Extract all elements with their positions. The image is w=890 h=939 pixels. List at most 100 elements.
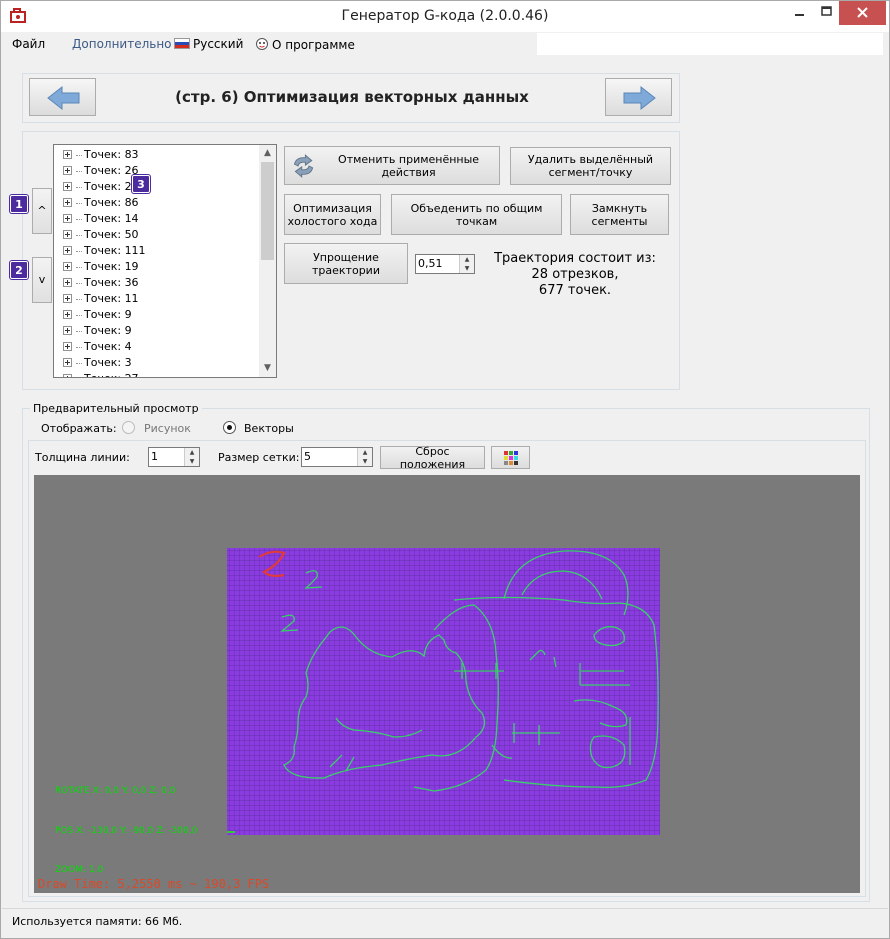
expand-plus-icon[interactable] — [63, 166, 72, 175]
undo-button[interactable]: Отменить применённые действия — [284, 146, 500, 185]
expand-plus-icon[interactable] — [63, 150, 72, 159]
radio-vectors[interactable] — [223, 421, 236, 434]
expand-plus-icon[interactable] — [63, 342, 72, 351]
stepper-down-icon[interactable]: ▼ — [460, 264, 474, 273]
grid-size-label: Размер сетки: — [218, 451, 300, 464]
tree-item-label: Точек: 36 — [84, 276, 139, 289]
tree-connector — [76, 330, 82, 332]
tree-item[interactable]: Точек: 9 — [63, 308, 132, 324]
delete-label-line1: Удалить выделённый — [527, 153, 654, 166]
tree-item[interactable]: Точек: 11 — [63, 292, 139, 308]
line-width-stepper[interactable]: ▲ ▼ — [184, 448, 199, 466]
back-button[interactable] — [29, 78, 96, 116]
tree-item-label: Точек: 50 — [84, 228, 139, 241]
expand-plus-icon[interactable] — [63, 278, 72, 287]
radio-image[interactable] — [122, 421, 135, 434]
tree-scroll-thumb[interactable] — [261, 162, 274, 260]
simplify-label-line2: траектории — [312, 263, 380, 277]
line-width-input[interactable]: 1 ▲ ▼ — [148, 447, 200, 467]
badge-2: 2 — [10, 261, 28, 279]
stepper-up-icon[interactable]: ▲ — [185, 448, 199, 457]
tree-item[interactable]: Точек: 4 — [63, 340, 132, 356]
expand-plus-icon[interactable] — [63, 326, 72, 335]
expand-plus-icon[interactable] — [63, 246, 72, 255]
stepper-up-icon[interactable]: ▲ — [460, 255, 474, 264]
overlay-zoom: ZOOM: 1,0 — [55, 865, 104, 875]
merge-points-button[interactable]: Объеденить по общим точкам — [391, 194, 562, 235]
tree-item[interactable]: Точек: 9 — [63, 324, 132, 340]
tree-item-label: Точек: 9 — [84, 308, 132, 321]
tree-item[interactable]: Точек: 50 — [63, 228, 139, 244]
stepper-down-icon[interactable]: ▼ — [358, 457, 372, 466]
tree-item[interactable]: Точек: 36 — [63, 276, 139, 292]
tree-connector — [76, 186, 82, 188]
minimize-button[interactable] — [784, 1, 814, 25]
origin-marker — [227, 831, 235, 833]
menu-about[interactable]: О программе — [254, 37, 355, 52]
tree-connector — [76, 170, 82, 172]
delete-segment-button[interactable]: Удалить выделённый сегмент/точку — [510, 147, 671, 185]
grid-size-input[interactable]: 5 ▲ ▼ — [301, 447, 373, 467]
tree-connector — [76, 346, 82, 348]
forward-button[interactable] — [605, 78, 672, 116]
line-width-label: Толщина линии: — [35, 451, 130, 464]
preview-group-title: Предварительный просмотр — [30, 402, 202, 415]
tree-connector — [76, 202, 82, 204]
menu-language[interactable]: Русский — [174, 37, 243, 51]
tree-connector — [76, 234, 82, 236]
grid-size-stepper[interactable]: ▲ ▼ — [357, 448, 372, 466]
expand-plus-icon[interactable] — [63, 294, 72, 303]
expand-plus-icon[interactable] — [63, 214, 72, 223]
scroll-down-arrow-icon[interactable]: ▼ — [259, 360, 276, 377]
refresh-icon — [293, 153, 314, 178]
main-window: Генератор G-кода (2.0.0.46) Файл Дополни… — [0, 0, 890, 939]
tree-item-label: Точек: 11 — [84, 292, 139, 305]
menu-advanced[interactable]: Дополнительно — [72, 37, 172, 51]
tree-scrollbar[interactable]: ▲ ▼ — [259, 145, 276, 377]
simplify-button[interactable]: Упрощение траектории — [284, 243, 408, 284]
tree-item-label: Точек: 111 — [84, 244, 146, 257]
overlay-draw-time: Draw Time: 5,2550 ms ~ 190,3 FPS — [38, 877, 269, 891]
expand-plus-icon[interactable] — [63, 198, 72, 207]
tree-item[interactable]: Точек: 86 — [63, 196, 139, 212]
expand-plus-icon[interactable] — [63, 262, 72, 271]
scroll-up-arrow-icon[interactable]: ▲ — [259, 145, 276, 162]
badge-1: 1 — [10, 195, 28, 213]
reset-position-button[interactable]: Сброс положения — [380, 445, 485, 471]
move-down-button[interactable]: v — [32, 257, 52, 303]
tree-item[interactable]: Точек: 26 — [63, 164, 139, 180]
russia-flag-icon — [174, 38, 190, 49]
stepper-up-icon[interactable]: ▲ — [358, 448, 372, 457]
undo-button-label: Отменить применённые действия — [338, 152, 480, 179]
menu-bar: Файл Дополнительно Русский О программе — [2, 33, 537, 55]
tree-item[interactable]: Точек: 83 — [63, 148, 139, 164]
tree-item[interactable]: Точек: 111 — [63, 244, 146, 260]
segment-tree[interactable]: Точек: 83 Точек: 26 Точек: 20 Точек: 86 Точе… — [53, 144, 277, 378]
idle-optimization-button[interactable]: Оптимизация холостого хода — [284, 194, 381, 235]
tree-connector — [76, 250, 82, 252]
close-button[interactable] — [839, 1, 886, 25]
simplify-stepper[interactable]: ▲ ▼ — [459, 255, 474, 273]
expand-plus-icon[interactable] — [63, 374, 72, 377]
maximize-button[interactable] — [812, 1, 842, 25]
menu-file[interactable]: Файл — [12, 37, 45, 51]
stepper-down-icon[interactable]: ▼ — [185, 457, 199, 466]
simplify-tolerance-input[interactable]: 0,51 ▲ ▼ — [415, 254, 475, 274]
move-up-button[interactable]: ^ — [32, 188, 52, 234]
expand-plus-icon[interactable] — [63, 182, 72, 191]
preview-viewport[interactable]: ROTATE X: 0,0 Y: 0,0 Z: 0,0 POS X: -130,… — [34, 475, 860, 893]
tree-item[interactable]: Точек: 27 — [63, 372, 139, 377]
expand-plus-icon[interactable] — [63, 358, 72, 367]
palette-button[interactable] — [491, 446, 530, 469]
vector-canvas[interactable]: ROTATE X: 0,0 Y: 0,0 Z: 0,0 POS X: -130,… — [34, 475, 860, 893]
close-label-line2: сегменты — [591, 214, 648, 228]
tree-item[interactable]: Точек: 14 — [63, 212, 139, 228]
delete-label-line2: сегмент/точку — [548, 166, 633, 179]
close-segments-button[interactable]: Замкнуть сегменты — [570, 194, 669, 235]
expand-plus-icon[interactable] — [63, 310, 72, 319]
tree-item[interactable]: Точек: 3 — [63, 356, 132, 372]
display-label: Отображать: — [41, 422, 117, 435]
tree-item[interactable]: Точек: 19 — [63, 260, 139, 276]
tree-item[interactable]: Точек: 20 — [63, 180, 139, 196]
expand-plus-icon[interactable] — [63, 230, 72, 239]
